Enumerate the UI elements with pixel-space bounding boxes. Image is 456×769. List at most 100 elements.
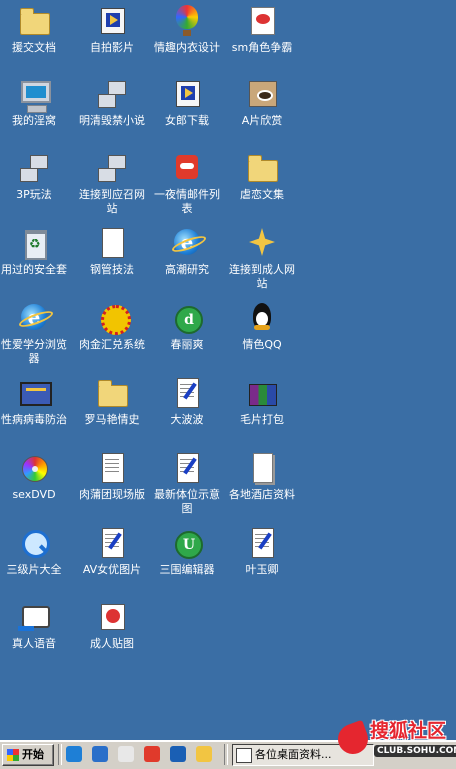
download-icon (170, 77, 204, 111)
desktop-icon[interactable]: 明清毁禁小说 (74, 77, 150, 128)
media-player-icon[interactable] (196, 746, 212, 762)
desktop-icon-label: 明清毁禁小说 (79, 114, 145, 127)
sohu-watermark: 搜狐社区 CLUB.SOHU.COM (333, 716, 456, 766)
internet-explorer-icon[interactable] (66, 746, 82, 762)
desktop-icon[interactable]: 钢管技法 (74, 226, 150, 277)
watermark-title: 搜狐社区 (370, 720, 447, 742)
text-document-icon (95, 451, 129, 485)
desktop-icon-label: 真人语音 (12, 637, 56, 650)
folder-icon (95, 376, 129, 410)
desktop-icon[interactable]: 最新体位示意图 (149, 451, 225, 516)
desktop-icon-label: 罗马艳情史 (84, 413, 140, 426)
document-pen-icon (245, 526, 279, 560)
desktop-icon-label: AV女优图片 (82, 563, 142, 576)
desktop-icon-label: 肉蒲团现场版 (79, 488, 145, 501)
desktop-icon-label: 性爱学分浏览器 (1, 338, 67, 365)
desktop-icon[interactable]: 罗马艳情史 (74, 376, 150, 427)
desktop-icon-label: 性病病毒防治 (1, 413, 67, 426)
desktop-icon-label: 连接到应召网站 (79, 188, 145, 215)
desktop-icon[interactable]: 自拍影片 (74, 4, 150, 55)
desktop-icon-label: 毛片打包 (240, 413, 284, 426)
desktop-icon[interactable]: e 性爱学分浏览器 (0, 301, 72, 366)
media-player-icon (95, 4, 129, 38)
blank-document-icon (245, 451, 279, 485)
flower-icon (95, 301, 131, 335)
internet-explorer-icon: e (170, 226, 204, 260)
network-connection-icon (95, 151, 129, 185)
taskbar-separator (224, 744, 228, 765)
desktop-icon[interactable]: sm角色争霸 (224, 4, 300, 55)
desktop-icon-label: 虐恋文集 (240, 188, 284, 201)
desktop-icon-label: 三级片大全 (6, 563, 62, 576)
desktop-icon-label: 女郎下载 (165, 114, 209, 127)
ultraedit-icon: U (170, 526, 204, 560)
desktop-icon[interactable]: 叶玉卿 (224, 526, 300, 577)
desktop-icon-label: 情趣内衣设计 (154, 41, 220, 54)
network-document-icon (95, 77, 129, 111)
desktop-icon-label: 我的淫窝 (12, 114, 56, 127)
desktop-icon[interactable]: e 高潮研究 (149, 226, 225, 277)
desktop-icon[interactable]: 情趣内衣设计 (149, 4, 225, 55)
desktop-icon-label: 叶玉卿 (245, 563, 279, 576)
desktop-icon[interactable]: U 三围编辑器 (149, 526, 225, 577)
document-pen-icon (170, 451, 204, 485)
sohu-fox-logo-icon (333, 719, 373, 759)
desktop-icon[interactable]: 真人语音 (0, 600, 72, 651)
window-icon (236, 748, 252, 763)
desktop-icon[interactable]: sexDVD (0, 451, 72, 502)
desktop-icon[interactable]: 我的淫窝 (0, 77, 72, 128)
desktop-icon[interactable]: 成人贴图 (74, 600, 150, 651)
desktop-icon[interactable]: 一夜情邮件列表 (149, 151, 225, 216)
desktop-icon-label: 肉金汇兑系统 (79, 338, 145, 351)
tools-icon (95, 226, 129, 260)
desktop-icon[interactable]: 3P玩法 (0, 151, 72, 202)
connect-sparkle-icon (245, 226, 279, 260)
network-places-icon (17, 151, 51, 185)
desktop: 援交文档 自拍影片 情趣内衣设计 sm角色争霸我的淫窝 明清毁禁小说 女郎下载 A片欣赏 3P… (0, 0, 456, 740)
desktop-icon[interactable]: AV女优图片 (74, 526, 150, 577)
document-pen-icon (170, 376, 204, 410)
start-label: 开始 (22, 748, 44, 761)
desktop-icon-label: sexDVD (12, 488, 56, 501)
eye-image-icon (245, 77, 279, 111)
desktop-icon[interactable]: 用过的安全套 (0, 226, 72, 277)
desktop-icon-label: 各地酒店资料 (229, 488, 295, 501)
watermark-url: CLUB.SOHU.COM (374, 745, 456, 757)
desktop-icon[interactable]: 连接到应召网站 (74, 151, 150, 216)
desktop-icon[interactable]: 性病病毒防治 (0, 376, 72, 427)
computer-icon (17, 77, 51, 113)
start-button[interactable]: 开始 (2, 744, 54, 766)
outlook-icon[interactable] (92, 746, 108, 762)
ie-alt-icon[interactable] (170, 746, 186, 762)
desktop-icon[interactable]: A片欣赏 (224, 77, 300, 128)
desktop-icon[interactable]: 连接到成人网站 (224, 226, 300, 291)
desktop-icon[interactable]: 虐恋文集 (224, 151, 300, 202)
red-app-icon[interactable] (144, 746, 160, 762)
recycle-bin-icon (17, 226, 51, 260)
desktop-icon[interactable]: 三级片大全 (0, 526, 72, 577)
cd-icon (17, 451, 51, 485)
desktop-icon-label: 一夜情邮件列表 (154, 188, 220, 215)
windows-logo-icon (7, 749, 19, 761)
desktop-icon-label: 援交文档 (12, 41, 56, 54)
books-archive-icon (245, 376, 279, 410)
desktop-icon-label: 3P玩法 (16, 188, 52, 201)
desktop-icon[interactable]: 女郎下载 (149, 77, 225, 128)
desktop-icon[interactable]: 情色QQ (224, 301, 300, 352)
image-stamp-icon (95, 600, 129, 634)
desktop-icon-label: A片欣赏 (241, 114, 283, 127)
notepad-icon[interactable] (118, 746, 134, 762)
desktop-icon[interactable]: 大波波 (149, 376, 225, 427)
green-disc-icon: d (170, 301, 204, 335)
desktop-icon[interactable]: 援交文档 (0, 4, 72, 55)
desktop-icon[interactable]: 肉蒲团现场版 (74, 451, 150, 502)
desktop-icon[interactable]: 肉金汇兑系统 (74, 301, 150, 352)
desktop-icon[interactable]: 各地酒店资料 (224, 451, 300, 502)
speaker-tv-icon (17, 600, 51, 634)
desktop-icon-label: 连接到成人网站 (229, 263, 295, 290)
game-icon (245, 4, 279, 38)
task-label: 各位桌面资料... (255, 748, 332, 761)
quicktime-icon (17, 526, 51, 560)
desktop-icon[interactable]: 毛片打包 (224, 376, 300, 427)
desktop-icon[interactable]: d 春丽爽 (149, 301, 225, 352)
